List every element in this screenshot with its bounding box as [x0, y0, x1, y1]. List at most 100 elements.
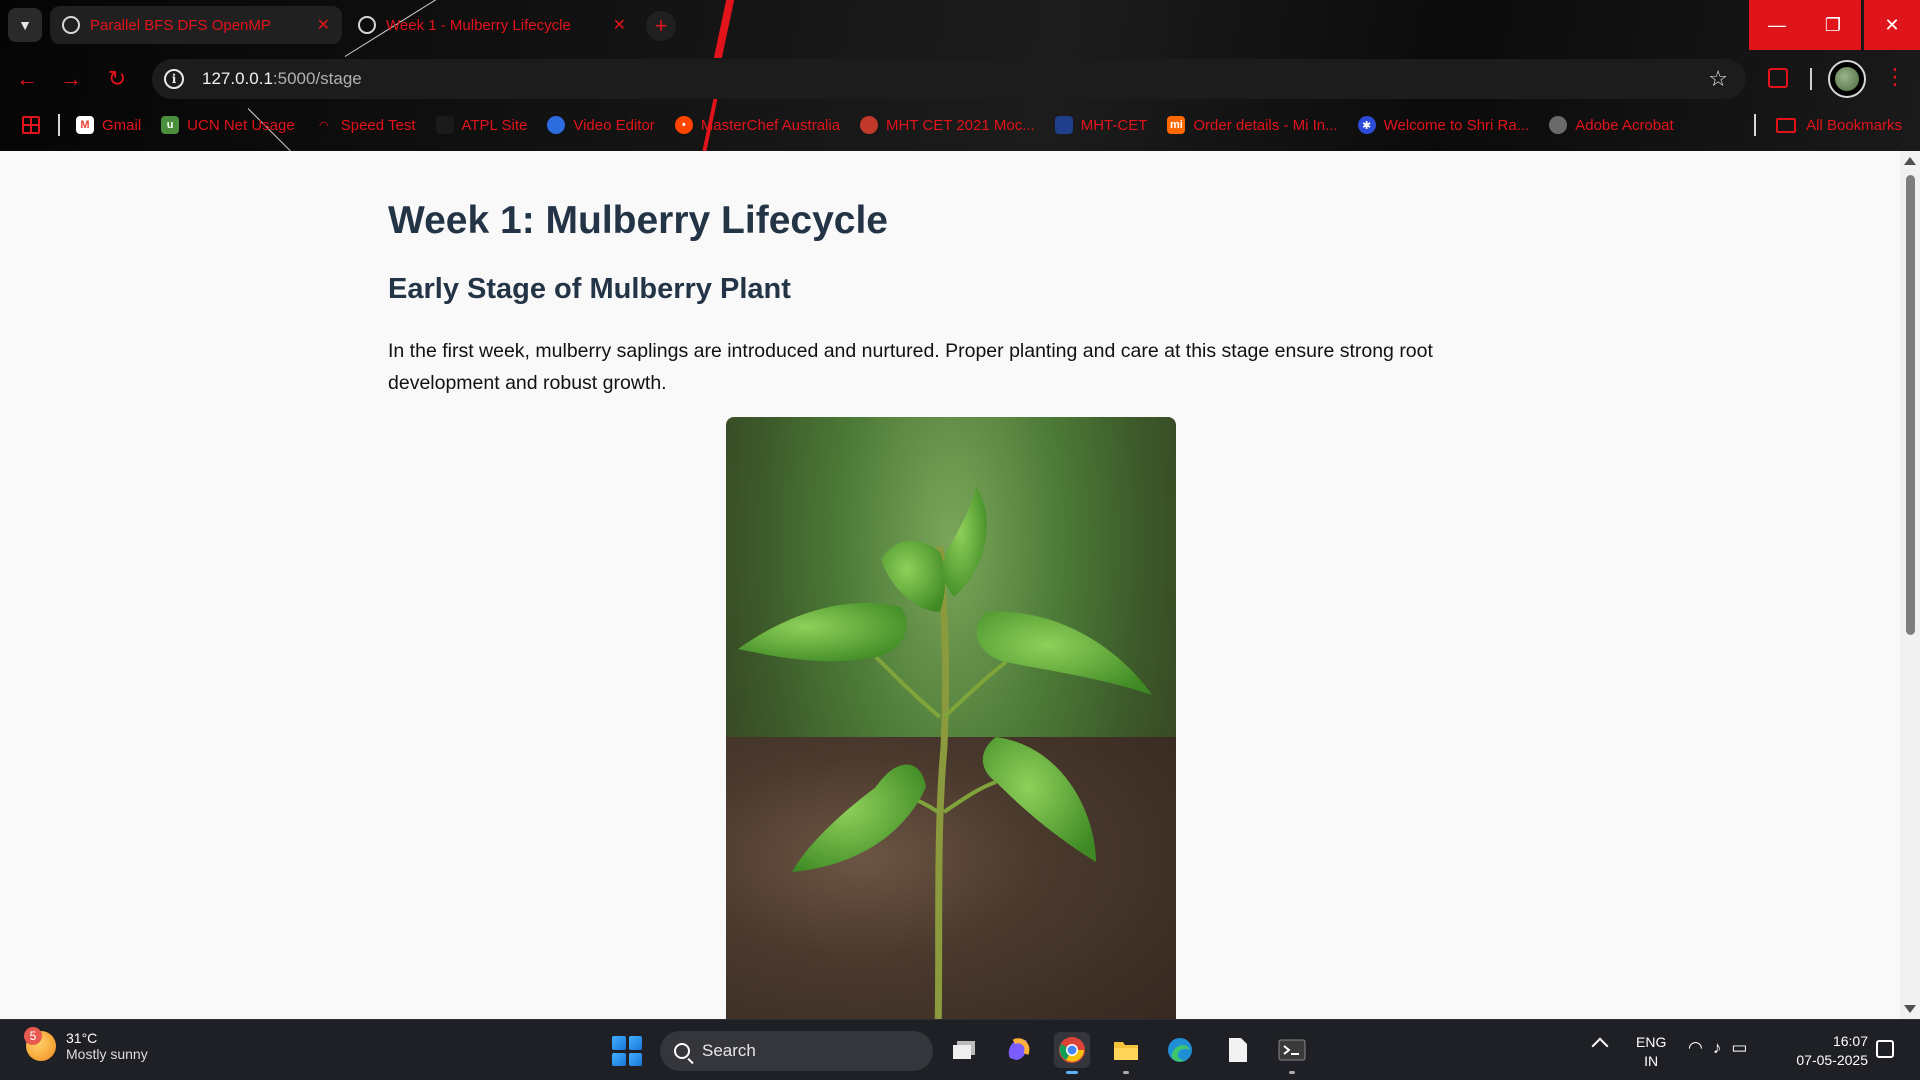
minimize-icon: — [1768, 14, 1786, 35]
bookmark-label: MHT-CET [1080, 116, 1148, 134]
tab-strip: ▼ Parallel BFS DFS OpenMP ✕ Week 1 - Mul… [0, 0, 1920, 50]
video-editor-icon [547, 116, 566, 134]
atpl-icon [435, 116, 454, 134]
forward-button[interactable]: → [56, 64, 86, 94]
back-button[interactable]: ← [12, 64, 42, 94]
apps-grid-icon[interactable] [22, 116, 40, 134]
close-icon: ✕ [1884, 14, 1900, 35]
ucn-icon: u [161, 116, 180, 134]
reddit-icon: • [674, 116, 693, 134]
search-label: Search [702, 1041, 756, 1060]
gmail-icon: M [76, 116, 94, 134]
reload-button[interactable]: ↻ [102, 64, 132, 94]
minimize-button[interactable]: — [1749, 0, 1805, 50]
bookmark-label: ATPL Site [461, 116, 528, 134]
page-subtitle: Early Stage of Mulberry Plant [388, 273, 791, 305]
bookmark-label: Welcome to Shri Ra... [1383, 116, 1530, 134]
bookmark-label: Video Editor [573, 116, 655, 134]
all-bookmarks[interactable]: All Bookmarks [1754, 110, 1902, 140]
bookmark-mht-cet[interactable]: MHT-CET [1054, 116, 1148, 134]
notification-icon[interactable] [1876, 1040, 1894, 1058]
bookmark-masterchef[interactable]: • MasterChef Australia [674, 116, 841, 134]
scrollbar-thumb[interactable] [1906, 175, 1915, 635]
plus-icon: + [654, 13, 668, 38]
address-bar[interactable]: i 127.0.0.1:5000/stage ☆ [152, 59, 1746, 99]
chevron-up-icon[interactable] [1591, 1037, 1609, 1055]
url-text[interactable]: 127.0.0.1:5000/stage [202, 69, 362, 89]
bookmark-shri[interactable]: ✱ Welcome to Shri Ra... [1357, 116, 1530, 134]
url-path: :5000/stage [272, 69, 362, 88]
restore-button[interactable]: ❐ [1805, 0, 1861, 50]
weather-condition: Mostly sunny [66, 1046, 148, 1062]
bookmark-mht-cet-mock[interactable]: MHT CET 2021 Moc... [860, 116, 1035, 134]
bookmark-order-details[interactable]: mi Order details - Mi In... [1167, 116, 1338, 134]
close-icon[interactable]: ✕ [613, 15, 626, 35]
sapling-illustration [738, 487, 1152, 1019]
copilot-icon[interactable] [1000, 1032, 1036, 1068]
bookmark-speed-test[interactable]: ◠ Speed Test [315, 116, 415, 134]
battery-icon[interactable]: ▭ [1731, 1038, 1747, 1058]
volume-icon[interactable]: ♪ [1713, 1038, 1722, 1058]
tab-mulberry-lifecycle[interactable]: Week 1 - Mulberry Lifecycle ✕ [346, 6, 638, 44]
reload-icon: ↻ [107, 66, 127, 91]
info-icon[interactable]: i [164, 69, 184, 89]
profile-avatar[interactable] [1828, 60, 1866, 98]
speed-icon: ◠ [319, 119, 328, 132]
task-view-icon[interactable] [946, 1032, 982, 1068]
taskbar: 5 31°C Mostly sunny Search ENG IN ◠ ♪ ▭ … [0, 1019, 1920, 1080]
file-explorer-icon[interactable] [1108, 1032, 1144, 1074]
star-icon[interactable]: ☆ [1708, 66, 1728, 92]
shri-icon: ✱ [1357, 116, 1376, 134]
bookmark-label: Order details - Mi In... [1193, 116, 1338, 134]
weather-sun-icon: 5 [24, 1027, 56, 1061]
bookmarks-divider [1754, 114, 1757, 136]
bookmarks-bar: M Gmail u UCN Net Usage ◠ Speed Test ATP… [0, 110, 1920, 140]
taskbar-search[interactable]: Search [660, 1031, 933, 1071]
intro-paragraph: In the first week, mulberry saplings are… [388, 340, 1433, 394]
language-indicator[interactable]: ENG IN [1636, 1033, 1666, 1071]
tab-parallel-bfs[interactable]: Parallel BFS DFS OpenMP ✕ [50, 6, 342, 44]
bookmark-label: MasterChef Australia [700, 116, 841, 134]
tab-search-button[interactable]: ▼ [8, 8, 42, 42]
weather-widget[interactable]: 5 31°C Mostly sunny [24, 1027, 148, 1062]
wifi-icon[interactable]: ◠ [1688, 1038, 1703, 1058]
weather-badge: 5 [24, 1027, 42, 1045]
vertical-scrollbar[interactable] [1900, 151, 1920, 1019]
chrome-icon[interactable] [1054, 1032, 1090, 1074]
extensions-icon[interactable] [1768, 68, 1788, 88]
arrow-left-icon: ← [16, 66, 38, 91]
bookmark-label: Gmail [102, 116, 142, 134]
url-host: 127.0.0.1 [202, 69, 273, 88]
bookmark-adobe-acrobat[interactable]: Adobe Acrobat [1549, 116, 1674, 134]
bookmark-label: Adobe Acrobat [1575, 116, 1674, 134]
windows-start-icon[interactable] [612, 1036, 642, 1066]
bookmark-video-editor[interactable]: Video Editor [547, 116, 655, 134]
new-tab-button[interactable]: + [646, 11, 676, 41]
active-indicator [1066, 1071, 1078, 1074]
search-icon [674, 1043, 690, 1059]
temperature: 31°C [66, 1030, 98, 1046]
scroll-down-icon[interactable] [1904, 1005, 1916, 1013]
bookmark-ucn-net-usage[interactable]: u UCN Net Usage [161, 116, 295, 134]
notepad-icon[interactable] [1220, 1032, 1256, 1068]
all-bookmarks-label: All Bookmarks [1806, 116, 1902, 134]
edge-icon[interactable] [1162, 1032, 1198, 1068]
browser-chrome: ▼ Parallel BFS DFS OpenMP ✕ Week 1 - Mul… [0, 0, 1920, 151]
close-window-button[interactable]: ✕ [1864, 0, 1920, 50]
close-icon[interactable]: ✕ [317, 15, 330, 35]
page-title: Week 1: Mulberry Lifecycle [388, 199, 888, 242]
lang-bottom: IN [1644, 1053, 1659, 1069]
clock-date: 07-05-2025 [1796, 1052, 1868, 1068]
tab-title: Week 1 - Mulberry Lifecycle [386, 16, 571, 34]
clock[interactable]: 16:07 07-05-2025 [1786, 1032, 1868, 1070]
scroll-up-icon[interactable] [1904, 157, 1916, 165]
bookmark-atpl-site[interactable]: ATPL Site [435, 116, 528, 134]
system-tray[interactable]: ◠ ♪ ▭ [1688, 1038, 1747, 1058]
terminal-icon[interactable] [1274, 1032, 1310, 1074]
toolbar-divider [1810, 68, 1812, 90]
bookmark-label: MHT CET 2021 Moc... [886, 116, 1035, 134]
kebab-menu-icon[interactable]: ⋮ [1884, 64, 1906, 90]
bookmark-gmail[interactable]: M Gmail [76, 116, 141, 134]
avatar-image [1835, 67, 1859, 91]
running-indicator [1289, 1071, 1295, 1074]
